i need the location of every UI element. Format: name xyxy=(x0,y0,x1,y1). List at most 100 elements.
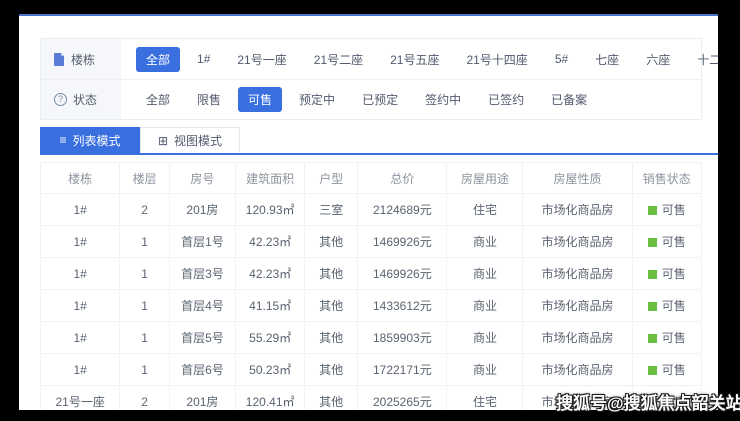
cell-area: 55.29㎡ xyxy=(235,322,304,354)
cell-property-nature: 市场化商品房 xyxy=(523,226,632,258)
cell-area: 120.93㎡ xyxy=(235,194,304,226)
cell-unit-type: 其他 xyxy=(305,258,358,290)
content-panel: 楼栋 全部 1# 21号一座 21号二座 21号五座 21号十四座 5# 七座六座十二座 ? … xyxy=(19,14,718,410)
cell-room: 首层6号 xyxy=(169,354,235,386)
cell-total-price: 1469926元 xyxy=(358,258,447,290)
table-row[interactable]: 1#1首层6号50.23㎡其他1722171元商业市场化商品房可售 xyxy=(41,354,702,386)
cell-room: 首层5号 xyxy=(169,322,235,354)
grid-icon: ⊞ xyxy=(158,134,168,148)
cell-usage: 商业 xyxy=(447,290,523,322)
building-filter-option[interactable]: 十二座 xyxy=(687,47,718,72)
table-header-row: 楼栋楼层房号建筑面积户型总价房屋用途房屋性质销售状态 xyxy=(41,163,702,194)
cell-building: 1# xyxy=(41,322,120,354)
table-row[interactable]: 1#1首层3号42.23㎡其他1469926元商业市场化商品房可售 xyxy=(41,258,702,290)
building-filter-option[interactable]: 七座 xyxy=(585,47,629,72)
status-filter-option[interactable]: 签约中 xyxy=(415,87,471,112)
cell-room: 201房 xyxy=(169,194,235,226)
col-header-usage: 房屋用途 xyxy=(447,163,523,194)
building-filter-option[interactable]: 1# xyxy=(187,48,220,70)
document-icon xyxy=(54,53,65,66)
cell-property-nature: 市场化商品房 xyxy=(523,290,632,322)
cell-property-nature: 市场化商品房 xyxy=(523,322,632,354)
cell-sales-status: 可售 xyxy=(632,226,701,258)
watermark: 搜狐号@搜狐焦点韶关站 xyxy=(556,389,740,414)
cell-sales-status: 可售 xyxy=(632,322,701,354)
cell-area: 41.15㎡ xyxy=(235,290,304,322)
cell-floor: 2 xyxy=(120,386,170,411)
mode-tabs: ≡ 列表模式 ⊞ 视图模式 xyxy=(40,127,240,153)
tab-list-mode[interactable]: ≡ 列表模式 xyxy=(40,127,140,153)
cell-room: 201房 xyxy=(169,386,235,411)
tab-label: 视图模式 xyxy=(174,132,222,149)
units-table: 楼栋楼层房号建筑面积户型总价房屋用途房屋性质销售状态 1#2201房120.93… xyxy=(40,162,702,410)
status-filter-option[interactable]: 已签约 xyxy=(478,87,534,112)
status-filter-label: ? 状态 xyxy=(41,80,121,119)
cell-unit-type: 其他 xyxy=(305,226,358,258)
col-header-building: 楼栋 xyxy=(41,163,120,194)
status-filter-options: 全部限售可售预定中已预定签约中已签约已备案 xyxy=(121,80,701,119)
tab-label: 列表模式 xyxy=(73,132,121,149)
status-filter-option[interactable]: 已备案 xyxy=(541,87,597,112)
status-filter-option[interactable]: 全部 xyxy=(136,87,180,112)
list-icon: ≡ xyxy=(59,133,66,147)
status-filter-row: ? 状态 全部限售可售预定中已预定签约中已签约已备案 xyxy=(41,79,701,119)
status-filter-option[interactable]: 预定中 xyxy=(289,87,345,112)
table-row[interactable]: 1#1首层5号55.29㎡其他1859903元商业市场化商品房可售 xyxy=(41,322,702,354)
cell-sales-status: 可售 xyxy=(632,258,701,290)
table-row[interactable]: 1#2201房120.93㎡三室2124689元住宅市场化商品房可售 xyxy=(41,194,702,226)
cell-unit-type: 三室 xyxy=(305,194,358,226)
col-header-unit-type: 户型 xyxy=(305,163,358,194)
cell-property-nature: 市场化商品房 xyxy=(523,354,632,386)
cell-area: 42.23㎡ xyxy=(235,226,304,258)
col-header-floor: 楼层 xyxy=(120,163,170,194)
cell-floor: 1 xyxy=(120,258,170,290)
cell-total-price: 1722171元 xyxy=(358,354,447,386)
cell-unit-type: 其他 xyxy=(305,386,358,411)
cell-floor: 1 xyxy=(120,290,170,322)
status-filter-option[interactable]: 限售 xyxy=(187,87,231,112)
cell-unit-type: 其他 xyxy=(305,322,358,354)
cell-floor: 1 xyxy=(120,226,170,258)
table-row[interactable]: 1#1首层4号41.15㎡其他1433612元商业市场化商品房可售 xyxy=(41,290,702,322)
status-square-icon xyxy=(648,366,657,375)
tabs-underline xyxy=(40,153,718,155)
cell-total-price: 1433612元 xyxy=(358,290,447,322)
cell-sales-status: 可售 xyxy=(632,194,701,226)
building-filter-option[interactable]: 21号二座 xyxy=(304,47,373,72)
status-square-icon xyxy=(648,334,657,343)
building-filter-option[interactable]: 21号一座 xyxy=(227,47,296,72)
col-header-room: 房号 xyxy=(169,163,235,194)
filter-box: 楼栋 全部1#21号一座21号二座21号五座21号十四座5#七座六座十二座 ? … xyxy=(40,38,702,120)
cell-property-nature: 市场化商品房 xyxy=(523,194,632,226)
cell-area: 50.23㎡ xyxy=(235,354,304,386)
cell-room: 首层1号 xyxy=(169,226,235,258)
cell-sales-status: 可售 xyxy=(632,290,701,322)
building-filter-option[interactable]: 六座 xyxy=(636,47,680,72)
question-circle-icon[interactable]: ? xyxy=(54,93,67,106)
building-filter-option[interactable]: 全部 xyxy=(136,47,180,72)
cell-usage: 商业 xyxy=(447,258,523,290)
status-filter-label-text: 状态 xyxy=(73,91,97,108)
cell-floor: 1 xyxy=(120,322,170,354)
table-row[interactable]: 1#1首层1号42.23㎡其他1469926元商业市场化商品房可售 xyxy=(41,226,702,258)
cell-area: 42.23㎡ xyxy=(235,258,304,290)
building-filter-row: 楼栋 全部1#21号一座21号二座21号五座21号十四座5#七座六座十二座 xyxy=(41,39,701,79)
cell-building: 1# xyxy=(41,226,120,258)
tab-view-mode[interactable]: ⊞ 视图模式 xyxy=(140,127,240,153)
building-filter-option[interactable]: 5# xyxy=(545,48,578,70)
building-filter-option[interactable]: 21号十四座 xyxy=(456,47,537,72)
cell-usage: 住宅 xyxy=(447,386,523,411)
cell-usage: 商业 xyxy=(447,322,523,354)
building-filter-label: 楼栋 xyxy=(41,39,121,79)
cell-building: 21号一座 xyxy=(41,386,120,411)
col-header-area: 建筑面积 xyxy=(235,163,304,194)
col-header-property-nature: 房屋性质 xyxy=(523,163,632,194)
status-filter-option[interactable]: 可售 xyxy=(238,87,282,112)
building-filter-options: 全部 1# 21号一座 21号二座 21号五座 21号十四座 5# 七座六座十二座 xyxy=(121,39,718,79)
status-filter-option[interactable]: 已预定 xyxy=(352,87,408,112)
status-square-icon xyxy=(648,270,657,279)
cell-room: 首层4号 xyxy=(169,290,235,322)
building-filter-option[interactable]: 21号五座 xyxy=(380,47,449,72)
cell-total-price: 2025265元 xyxy=(358,386,447,411)
building-filter-label-text: 楼栋 xyxy=(71,51,95,68)
